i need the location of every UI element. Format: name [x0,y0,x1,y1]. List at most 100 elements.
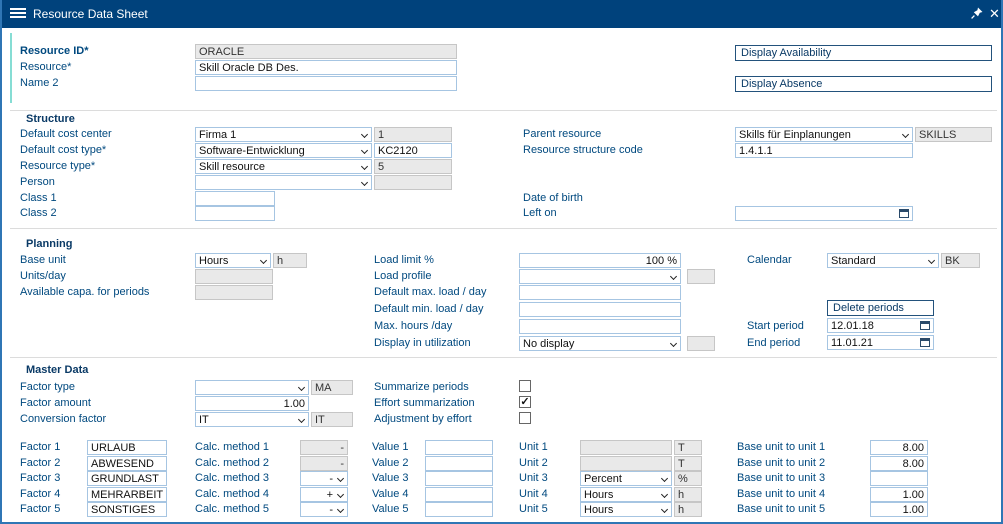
calc-method-4-select[interactable]: + [300,487,348,502]
class2-field[interactable] [195,206,275,221]
base-unit-to-unit-5-field[interactable] [870,502,928,517]
hamburger-menu-icon[interactable] [10,8,26,20]
unit-3-label: Unit 3 [519,472,548,485]
value-4-field[interactable] [425,487,493,502]
pin-icon[interactable] [971,7,983,24]
unit-1-label: Unit 1 [519,441,548,454]
resource-type-select[interactable]: Skill resource [195,159,372,174]
delete-periods-button[interactable]: Delete periods [827,300,934,316]
window-title: Resource Data Sheet [33,7,148,21]
value-4-label: Value 4 [372,488,409,501]
factor-3-field[interactable] [87,471,167,486]
name2-field[interactable] [195,76,457,91]
base-unit-to-unit-2-field[interactable] [870,456,928,471]
unit-2-code [674,456,702,471]
max-hours-day-field[interactable] [519,319,681,334]
calendar-icon[interactable] [920,338,930,347]
calc-method-5-select[interactable]: - [300,502,348,517]
base-unit-to-unit-5-label: Base unit to unit 5 [737,503,825,516]
default-cost-type-label: Default cost type* [20,144,106,157]
base-unit-to-unit-3-field[interactable] [870,471,928,486]
class1-field[interactable] [195,191,275,206]
resource-type-label: Resource type* [20,160,95,173]
default-cost-center-select[interactable]: Firma 1 [195,127,372,142]
base-unit-select[interactable]: Hours [195,253,271,268]
summarize-periods-label: Summarize periods [374,381,469,394]
end-period-label: End period [747,337,800,350]
factor-amount-field[interactable] [195,396,309,411]
end-period-field[interactable]: 11.01.21 [827,335,934,350]
structure-section-title: Structure [26,113,75,125]
display-in-utilization-select[interactable]: No display [519,336,681,351]
start-period-field[interactable]: 12.01.18 [827,318,934,333]
planning-section-title: Planning [26,238,72,250]
close-icon[interactable]: ✕ [989,6,1000,22]
base-unit-to-unit-4-field[interactable] [870,487,928,502]
default-cost-center-label: Default cost center [20,128,112,141]
default-cost-center-code [374,127,452,142]
resource-structure-code-field[interactable] [735,143,913,158]
calendar-icon[interactable] [920,321,930,330]
max-hours-day-label: Max. hours /day [374,320,452,333]
calendar-label: Calendar [747,254,792,267]
person-label: Person [20,176,55,189]
load-limit-field[interactable] [519,253,681,268]
base-unit-to-unit-3-label: Base unit to unit 3 [737,472,825,485]
resource-id-field [195,44,457,59]
factor-1-field[interactable] [87,440,167,455]
left-on-field[interactable] [735,206,913,221]
base-unit-to-unit-4-label: Base unit to unit 4 [737,488,825,501]
chevron-down-icon [670,340,677,347]
calendar-select[interactable]: Standard [827,253,939,268]
value-2-field[interactable] [425,456,493,471]
unit-2-label: Unit 2 [519,457,548,470]
factor-4-label: Factor 4 [20,488,60,501]
factor-type-select[interactable] [195,380,309,395]
resource-field[interactable] [195,60,457,75]
summarize-periods-checkbox[interactable] [519,380,531,392]
factor-type-code [311,380,353,395]
chevron-down-icon [298,416,305,423]
value-2-label: Value 2 [372,457,409,470]
default-max-load-label: Default max. load / day [374,286,487,299]
chevron-down-icon [661,506,668,513]
load-profile-select[interactable] [519,269,681,284]
default-max-load-field[interactable] [519,285,681,300]
chevron-down-icon [361,131,368,138]
chevron-down-icon [361,147,368,154]
factor-2-field[interactable] [87,456,167,471]
resource-structure-code-label: Resource structure code [523,144,643,157]
factor-type-label: Factor type [20,381,75,394]
person-select[interactable] [195,175,372,190]
value-1-field[interactable] [425,440,493,455]
base-unit-to-unit-1-field[interactable] [870,440,928,455]
value-5-field[interactable] [425,502,493,517]
unit-4-select[interactable]: Hours [580,487,672,502]
calc-method-3-select[interactable]: - [300,471,348,486]
unit-5-select[interactable]: Hours [580,502,672,517]
calc-method-2-field [300,456,348,471]
factor-4-field[interactable] [87,487,167,502]
factor-5-field[interactable] [87,502,167,517]
unit-3-select[interactable]: Percent [580,471,672,486]
default-cost-type-select[interactable]: Software-Entwicklung [195,143,372,158]
parent-resource-code [915,127,992,142]
display-absence-button[interactable]: Display Absence [735,76,992,92]
chevron-down-icon [337,475,344,482]
name2-label: Name 2 [20,77,59,90]
effort-summarization-label: Effort summarization [374,397,475,410]
value-3-field[interactable] [425,471,493,486]
section-divider [10,228,997,229]
effort-summarization-checkbox[interactable] [519,396,531,408]
base-unit-to-unit-2-label: Base unit to unit 2 [737,457,825,470]
display-availability-button[interactable]: Display Availability [735,45,992,61]
default-min-load-field[interactable] [519,302,681,317]
calc-method-3-label: Calc. method 3 [195,472,269,485]
default-cost-type-code[interactable] [374,143,452,158]
conversion-factor-select[interactable]: IT [195,412,309,427]
parent-resource-select[interactable]: Skills für Einplanungen [735,127,913,142]
calendar-icon[interactable] [899,209,909,218]
person-code [374,175,452,190]
chevron-down-icon [670,273,677,280]
adjustment-by-effort-checkbox[interactable] [519,412,531,424]
